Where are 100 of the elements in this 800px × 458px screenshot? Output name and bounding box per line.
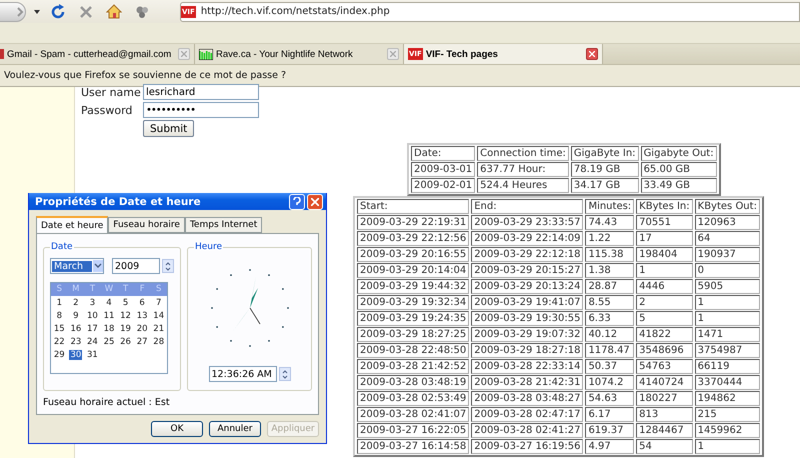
calendar-day[interactable]: 12 xyxy=(119,310,132,320)
table-cell: 2009-03-27 16:14:58 xyxy=(357,439,470,454)
column-header: Connection time: xyxy=(477,146,569,161)
table-cell: 190937 xyxy=(694,247,760,262)
calendar-day[interactable]: 27 xyxy=(136,336,149,346)
close-icon[interactable] xyxy=(586,48,598,60)
table-cell: 4140724 xyxy=(636,375,693,390)
table-cell: 2009-03-29 19:07:32 xyxy=(471,327,584,342)
calendar-day[interactable]: 17 xyxy=(86,324,99,334)
table-cell: 1284467 xyxy=(636,423,693,438)
submit-button[interactable]: Submit xyxy=(143,120,194,137)
group-label: Heure xyxy=(194,242,224,252)
calendar-day[interactable]: 18 xyxy=(102,324,116,334)
table-cell: 78.19 GB xyxy=(570,162,639,177)
table-cell: 1 xyxy=(694,311,760,326)
close-button[interactable] xyxy=(307,194,323,210)
table-cell: 1459962 xyxy=(694,423,760,438)
caret-icon[interactable] xyxy=(34,10,40,14)
spinner-icon[interactable] xyxy=(162,259,174,273)
password-field[interactable]: •••••••••• xyxy=(143,102,259,118)
table-cell: 2009-03-29 18:27:25 xyxy=(357,327,470,342)
calendar-day[interactable]: 22 xyxy=(52,336,66,346)
calendar-day[interactable]: 21 xyxy=(152,324,166,334)
calendar-day[interactable]: 10 xyxy=(86,310,99,320)
table-cell: 2009-02-01 xyxy=(411,178,476,193)
calendar-day[interactable]: 5 xyxy=(122,298,130,308)
table-cell: 2009-03-28 03:48:27 xyxy=(471,391,584,406)
help-button[interactable] xyxy=(289,194,305,210)
calendar-day[interactable]: 30 xyxy=(69,350,82,360)
column-header: KBytes In: xyxy=(636,199,693,214)
table-cell: 2009-03-28 02:41:07 xyxy=(357,407,470,422)
forward-button[interactable] xyxy=(0,2,26,22)
table-cell: 2009-03-28 22:48:50 xyxy=(357,343,470,358)
time-field[interactable]: 12:36:26 AM xyxy=(208,366,276,382)
calendar-day[interactable]: 14 xyxy=(152,310,166,320)
dialog-tab[interactable]: Temps Internet xyxy=(184,217,262,233)
table-cell: 4.97 xyxy=(585,439,634,454)
calendar-day[interactable]: 13 xyxy=(136,310,149,320)
calendar-day[interactable]: 4 xyxy=(105,298,113,308)
table-cell: 1471 xyxy=(694,327,760,342)
calendar-day[interactable]: 16 xyxy=(69,324,82,334)
month-calendar[interactable]: S M T W T F S 1 2 3 4 5 6 7 8 9 10 11 12 13 14 15 16 17 18 19 20 21 22 23 24 25 26 27 28 29 30 31 xyxy=(50,282,168,374)
calendar-day[interactable]: 20 xyxy=(136,324,149,334)
table-cell: 2009-03-27 16:19:56 xyxy=(471,439,584,454)
table-cell: 2009-03-29 23:33:57 xyxy=(471,215,584,230)
username-field[interactable]: lesrichard xyxy=(143,84,259,100)
table-cell: 198404 xyxy=(636,247,693,262)
year-field[interactable]: 2009 xyxy=(112,258,160,274)
browser-tab[interactable]: Rave.ca - Your Nightlife Network xyxy=(195,44,404,64)
weekday-label: S xyxy=(51,283,68,296)
table-cell: 2009-03-29 20:14:04 xyxy=(357,263,470,278)
calendar-day[interactable]: 28 xyxy=(152,336,166,346)
chevron-down-icon xyxy=(93,260,103,272)
table-cell: 2009-03-29 19:32:34 xyxy=(357,295,470,310)
month-dropdown[interactable]: March xyxy=(50,258,104,274)
calendar-day[interactable]: 9 xyxy=(72,310,80,320)
table-cell: 637.77 Hour: xyxy=(477,162,569,177)
dialog-tab[interactable]: Fuseau horaire xyxy=(108,217,185,233)
column-header: GigaByte In: xyxy=(570,146,639,161)
table-cell: 194862 xyxy=(694,391,760,406)
table-cell: 1074.2 xyxy=(585,375,634,390)
calendar-day[interactable]: 31 xyxy=(86,350,99,360)
spinner-icon[interactable] xyxy=(278,367,290,381)
field-label: Password xyxy=(81,104,134,116)
table-cell: 2009-03-29 18:27:18 xyxy=(471,343,584,358)
table-cell: 1 xyxy=(694,295,760,310)
calendar-day[interactable]: 7 xyxy=(154,298,162,308)
calendar-day[interactable]: 6 xyxy=(138,298,146,308)
calendar-day[interactable]: 2 xyxy=(72,298,80,308)
calendar-day[interactable]: 19 xyxy=(119,324,132,334)
table-cell: 2009-03-29 19:30:55 xyxy=(471,311,584,326)
table-cell: 6.17 xyxy=(585,407,634,422)
table-cell: 5 xyxy=(636,311,693,326)
calendar-day[interactable]: 1 xyxy=(56,298,63,308)
table-cell: 2009-03-29 19:24:35 xyxy=(357,311,470,326)
table-cell: 6.33 xyxy=(585,311,634,326)
calendar-day[interactable]: 15 xyxy=(52,324,66,334)
table-cell: 1 xyxy=(694,439,760,454)
calendar-day[interactable]: 24 xyxy=(86,336,99,346)
table-cell: 2009-03-29 19:41:07 xyxy=(471,295,584,310)
calendar-day[interactable]: 25 xyxy=(102,336,116,346)
field-label: User name xyxy=(81,86,142,98)
table-cell: 2009-03-28 21:42:52 xyxy=(357,359,470,374)
calendar-day[interactable]: 29 xyxy=(52,350,66,360)
calendar-day[interactable]: 8 xyxy=(56,310,63,320)
weekday-label: M xyxy=(68,283,84,296)
table-cell: 28.87 xyxy=(585,279,634,294)
dialog-button[interactable]: OK xyxy=(151,421,203,437)
weekday-label: W xyxy=(100,283,118,296)
calendar-day[interactable]: 26 xyxy=(119,336,132,346)
browser-tab[interactable]: Gmail - Spam - cutterhead@gmail.com xyxy=(0,44,195,64)
table-cell: 2009-03-29 22:12:18 xyxy=(471,247,584,262)
dialog-tab[interactable]: Date et heure xyxy=(36,216,108,234)
equalizer-icon xyxy=(199,48,213,60)
dialog-button[interactable]: Annuler xyxy=(209,421,261,437)
calendar-day[interactable]: 11 xyxy=(102,310,116,320)
calendar-day[interactable]: 3 xyxy=(88,298,96,308)
table-cell: 54 xyxy=(636,439,693,454)
calendar-day[interactable]: 23 xyxy=(69,336,82,346)
home-button[interactable] xyxy=(104,2,124,22)
